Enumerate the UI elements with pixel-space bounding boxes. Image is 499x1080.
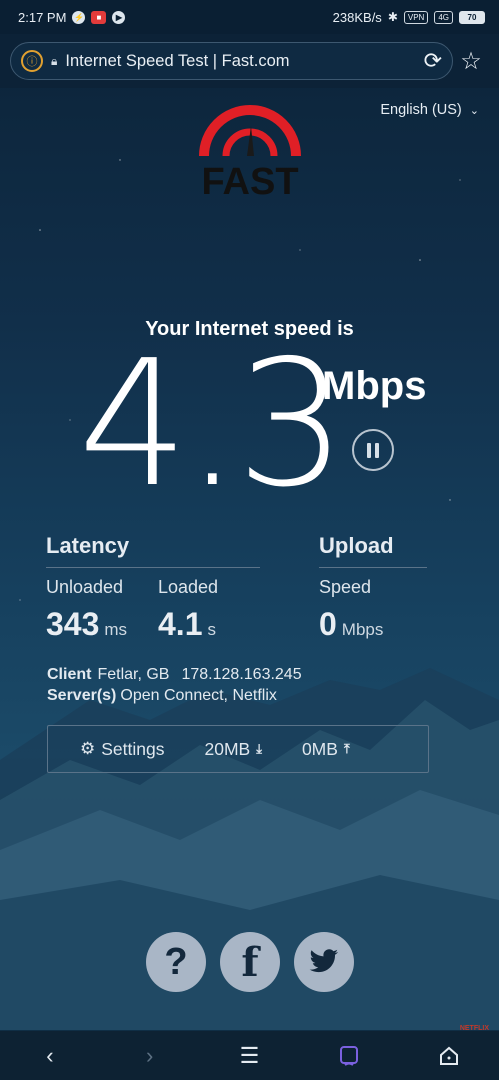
unloaded-latency: 343 ms bbox=[46, 606, 127, 643]
upload-arrow-icon: ⤒ bbox=[343, 741, 350, 756]
upload-size-value: 0MB bbox=[301, 738, 338, 759]
browser-toolbar: ⓘ 🔒︎ Internet Speed Test | Fast.com ⟳ ☆ bbox=[0, 34, 499, 88]
settings-button[interactable]: ⚙ Settings bbox=[80, 739, 164, 760]
client-ip: 178.128.163.245 bbox=[181, 666, 302, 683]
servers-label: Server(s) bbox=[47, 687, 117, 704]
network-speed: 238KB/s bbox=[332, 9, 382, 25]
logo-text: FAST bbox=[201, 161, 298, 200]
server-info: Server(s) Open Connect, Netflix bbox=[47, 687, 277, 705]
client-info: Client Fetlar, GB 178.128.163.245 bbox=[47, 666, 302, 684]
lock-icon: 🔒︎ bbox=[51, 53, 58, 68]
home-button[interactable] bbox=[429, 1036, 469, 1076]
pause-icon-bar bbox=[375, 442, 379, 458]
home-icon bbox=[440, 1046, 459, 1065]
client-label: Client bbox=[47, 666, 92, 683]
loaded-latency-value: 4.1 bbox=[158, 606, 203, 642]
notification-app-icon: ■ bbox=[91, 10, 107, 24]
unloaded-label: Unloaded bbox=[46, 577, 124, 597]
messenger-icon: ⚡ bbox=[72, 10, 86, 24]
unloaded-latency-unit: ms bbox=[104, 620, 128, 639]
settings-bar: ⚙ Settings 20MB ⤓ 0MB ⤒ bbox=[47, 725, 429, 773]
battery-icon: 70 bbox=[459, 10, 485, 24]
upload-title: Upload bbox=[319, 533, 394, 558]
back-button[interactable]: ‹ bbox=[30, 1036, 70, 1076]
address-bar[interactable]: ⓘ 🔒︎ Internet Speed Test | Fast.com ⟳ bbox=[10, 42, 453, 80]
twitter-icon bbox=[309, 949, 338, 973]
twitter-button[interactable] bbox=[294, 932, 354, 992]
upload-divider bbox=[319, 567, 427, 568]
client-location: Fetlar, GB bbox=[97, 666, 170, 683]
media-play-icon: ▶ bbox=[112, 10, 126, 24]
latency-title: Latency bbox=[46, 533, 130, 558]
servers-value: Open Connect, Netflix bbox=[120, 687, 277, 704]
latency-divider bbox=[46, 567, 260, 568]
facebook-icon: f bbox=[241, 938, 259, 986]
language-selector[interactable]: English (US) ⌄ bbox=[380, 102, 479, 118]
help-icon: ? bbox=[164, 940, 188, 983]
signal-badge: 4G bbox=[434, 10, 453, 24]
language-label: English (US) bbox=[380, 102, 462, 118]
loaded-latency: 4.1 s bbox=[158, 606, 216, 643]
chevron-down-icon: ⌄ bbox=[469, 105, 479, 117]
settings-label: Settings bbox=[101, 738, 165, 759]
help-button[interactable]: ? bbox=[146, 932, 206, 992]
unloaded-latency-value: 343 bbox=[46, 606, 100, 642]
loaded-label: Loaded bbox=[158, 577, 219, 597]
back-arrow-icon: ‹ bbox=[46, 1042, 54, 1068]
speed-value: 4.3 bbox=[78, 323, 347, 526]
reload-icon[interactable]: ⟳ bbox=[424, 50, 442, 72]
download-size: 20MB ⤓ bbox=[204, 739, 261, 760]
download-size-value: 20MB bbox=[204, 738, 251, 759]
upload-speed-unit: Mbps bbox=[341, 620, 384, 639]
gear-icon: ⚙ bbox=[80, 739, 96, 758]
pause-icon-bar bbox=[367, 442, 371, 458]
browser-nav-bar: ‹ › ☰ bbox=[0, 1031, 499, 1080]
forward-button[interactable]: › bbox=[130, 1036, 170, 1076]
menu-icon: ☰ bbox=[239, 1042, 260, 1068]
upload-speed-label: Speed bbox=[319, 577, 372, 597]
bookmark-star-icon[interactable]: ☆ bbox=[453, 47, 489, 76]
upload-size: 0MB ⤒ bbox=[302, 739, 350, 760]
page-title[interactable]: Internet Speed Test | Fast.com bbox=[65, 52, 415, 71]
upload-speed-value: 0 bbox=[319, 606, 337, 642]
status-bar: 2:17 PM ⚡ ■ ▶ 238KB/s ✱ VPN 4G 70 bbox=[0, 0, 499, 34]
download-arrow-icon: ⤓ bbox=[256, 741, 262, 756]
speed-unit: Mbps bbox=[322, 364, 427, 408]
facebook-button[interactable]: f bbox=[220, 932, 280, 992]
pause-button[interactable] bbox=[352, 429, 394, 471]
upload-speed: 0 Mbps bbox=[319, 606, 383, 643]
status-right: 238KB/s ✱ VPN 4G 70 bbox=[333, 10, 485, 25]
fast-logo: FAST bbox=[199, 105, 301, 200]
bluetooth-icon: ✱ bbox=[387, 10, 398, 24]
status-time: 2:17 PM bbox=[18, 9, 67, 25]
forward-arrow-icon: › bbox=[146, 1042, 154, 1068]
loaded-latency-unit: s bbox=[207, 620, 216, 639]
vpn-badge: VPN bbox=[403, 10, 429, 24]
tabs-icon bbox=[340, 1045, 359, 1066]
tabs-button[interactable] bbox=[329, 1036, 369, 1076]
menu-button[interactable]: ☰ bbox=[229, 1036, 269, 1076]
status-left: 2:17 PM ⚡ ■ ▶ bbox=[18, 9, 126, 25]
privacy-shield-icon[interactable]: ⓘ bbox=[21, 50, 43, 72]
